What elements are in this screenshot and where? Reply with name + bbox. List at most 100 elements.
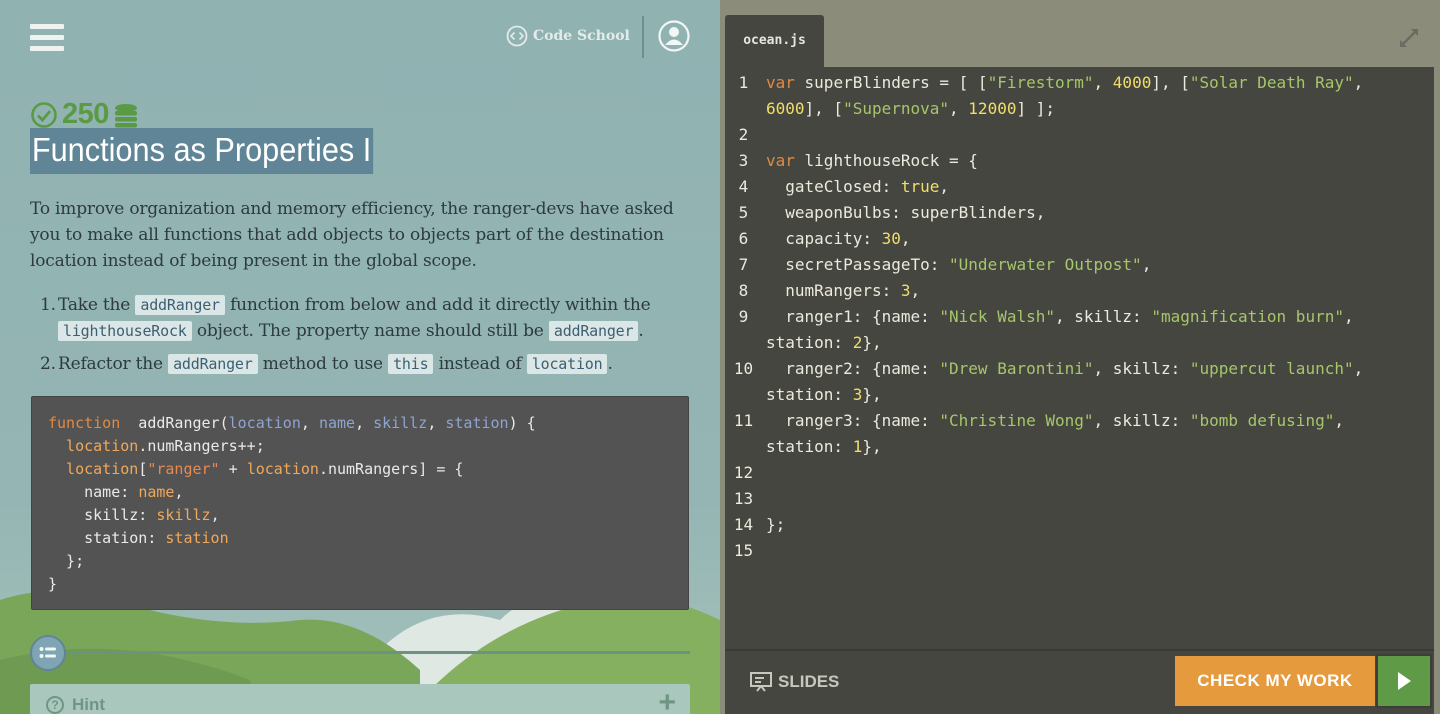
task-item: 2. Refactor the addRanger method to use … <box>40 351 698 377</box>
code-token: "Firestorm" <box>987 73 1094 92</box>
line-number: 13 <box>733 489 754 508</box>
play-icon <box>1398 672 1411 690</box>
menu-icon[interactable] <box>30 24 64 54</box>
line-content[interactable]: ranger3: {name: "Christine Wong", skillz… <box>762 408 1422 460</box>
inline-code: addRanger <box>548 321 639 341</box>
user-avatar-icon[interactable] <box>658 20 690 52</box>
editor-line[interactable]: 2 <box>725 122 1425 148</box>
line-content[interactable] <box>762 460 1422 486</box>
editor-line[interactable]: 6 capacity: 30, <box>725 226 1425 252</box>
line-number: 12 <box>733 463 754 482</box>
code-token: }; <box>766 515 786 534</box>
code-token: , <box>949 99 969 118</box>
line-content[interactable] <box>762 538 1422 564</box>
snippet-line: function addRanger(location, name, skill… <box>48 412 672 435</box>
line-content[interactable]: capacity: 30, <box>762 226 1422 252</box>
code-token: secretPassageTo: <box>766 255 950 274</box>
inline-code: lighthouseRock <box>58 321 192 341</box>
editor-line[interactable]: 1 var superBlinders = [ ["Firestorm", 400… <box>725 70 1425 122</box>
line-content[interactable]: }; <box>762 512 1422 538</box>
expand-icon[interactable] <box>1398 27 1420 49</box>
code-token: , skillz: <box>1054 307 1152 326</box>
coins-icon <box>114 103 137 127</box>
editor-line[interactable]: 3 var lighthouseRock = { <box>725 148 1425 174</box>
line-content[interactable]: ranger2: {name: "Drew Barontini", skillz… <box>762 356 1422 408</box>
line-number: 3 <box>738 151 749 170</box>
code-token: }, <box>862 385 882 404</box>
code-token: station <box>445 414 509 432</box>
line-content[interactable] <box>762 122 1422 148</box>
inline-code: this <box>388 354 434 374</box>
code-editor[interactable]: 1 var superBlinders = [ ["Firestorm", 400… <box>725 67 1434 649</box>
editor-line[interactable]: 11 ranger3: {name: "Christine Wong", ski… <box>725 408 1425 460</box>
line-content[interactable] <box>762 486 1422 512</box>
editor-line[interactable]: 8 numRangers: 3, <box>725 278 1425 304</box>
line-number: 6 <box>738 229 749 248</box>
hint-panel[interactable]: ? Hint + <box>30 684 690 714</box>
code-school-logo[interactable]: Code School <box>506 24 630 48</box>
editor-line[interactable]: 5 weaponBulbs: superBlinders, <box>725 200 1425 226</box>
code-token: , <box>210 506 220 524</box>
inline-code: addRanger <box>168 354 258 374</box>
code-token: ) { <box>508 414 536 432</box>
editor-line[interactable]: 13 <box>725 486 1425 512</box>
progress-button[interactable] <box>30 635 66 671</box>
line-content[interactable]: var superBlinders = [ ["Firestorm", 4000… <box>762 70 1422 122</box>
task-text: object. The property name should still b… <box>196 321 544 341</box>
challenge-pane: Code School 250 Functions as Properties … <box>0 0 720 714</box>
editor-line[interactable]: 4 gateClosed: true, <box>725 174 1425 200</box>
editor-line[interactable]: 12 <box>725 460 1425 486</box>
code-token: , <box>939 177 950 196</box>
editor-line[interactable]: 10 ranger2: {name: "Drew Barontini", ski… <box>725 356 1425 408</box>
code-snippet: function addRanger(location, name, skill… <box>31 396 689 610</box>
file-tab[interactable]: ocean.js <box>725 15 824 67</box>
code-token: location <box>228 414 301 432</box>
task-text: method to use <box>262 354 383 374</box>
line-number: 2 <box>738 125 749 144</box>
code-token: , skillz: <box>1093 359 1190 378</box>
snippet-line: location["ranger" + location.numRangers]… <box>48 458 672 481</box>
editor-line[interactable]: 14}; <box>725 512 1425 538</box>
code-token: 3 <box>900 281 911 300</box>
check-my-work-button[interactable]: CHECK MY WORK <box>1175 656 1375 706</box>
code-token: name <box>318 414 356 432</box>
line-content[interactable]: gateClosed: true, <box>762 174 1422 200</box>
snippet-line: name: name, <box>48 481 672 504</box>
code-token: "Solar Death Ray" <box>1189 73 1354 92</box>
editor-line[interactable]: 15 <box>725 538 1425 564</box>
plus-icon[interactable]: + <box>658 688 676 714</box>
code-token: , <box>900 229 911 248</box>
code-token: , skillz: <box>1093 411 1190 430</box>
code-token: capacity: <box>766 229 882 248</box>
code-token: 3 <box>852 385 863 404</box>
snippet-line: location.numRangers++; <box>48 435 672 458</box>
snippet-line: } <box>48 573 672 596</box>
code-token: ranger3: {name: <box>766 411 940 430</box>
slides-button[interactable]: SLIDES <box>750 671 839 693</box>
code-token: weaponBulbs: superBlinders, <box>766 203 1046 222</box>
code-token: , <box>1141 255 1152 274</box>
editor-line[interactable]: 7 secretPassageTo: "Underwater Outpost", <box>725 252 1425 278</box>
code-token: "Nick Walsh" <box>939 307 1055 326</box>
task-text: . <box>607 354 613 374</box>
code-token: 30 <box>881 229 901 248</box>
editor-line[interactable]: 9 ranger1: {name: "Nick Walsh", skillz: … <box>725 304 1425 356</box>
run-button[interactable] <box>1376 654 1432 708</box>
line-content[interactable]: secretPassageTo: "Underwater Outpost", <box>762 252 1422 278</box>
code-token: var <box>766 151 795 170</box>
header-divider <box>642 16 644 58</box>
line-content[interactable]: numRangers: 3, <box>762 278 1422 304</box>
code-token: ranger2: {name: <box>766 359 940 378</box>
line-content[interactable]: ranger1: {name: "Nick Walsh", skillz: "m… <box>762 304 1422 356</box>
task-text: function from below and add it directly … <box>230 295 651 315</box>
code-token: "Underwater Outpost" <box>949 255 1142 274</box>
line-content[interactable]: var lighthouseRock = { <box>762 148 1422 174</box>
line-number: 9 <box>738 307 749 326</box>
code-token: }, <box>862 333 882 352</box>
question-icon: ? <box>46 696 64 714</box>
code-token: 12000 <box>968 99 1017 118</box>
code-lines[interactable]: 1 var superBlinders = [ ["Firestorm", 400… <box>725 70 1425 564</box>
line-content[interactable]: weaponBulbs: superBlinders, <box>762 200 1422 226</box>
hint-label: Hint <box>72 695 106 714</box>
code-token: function <box>48 414 121 432</box>
